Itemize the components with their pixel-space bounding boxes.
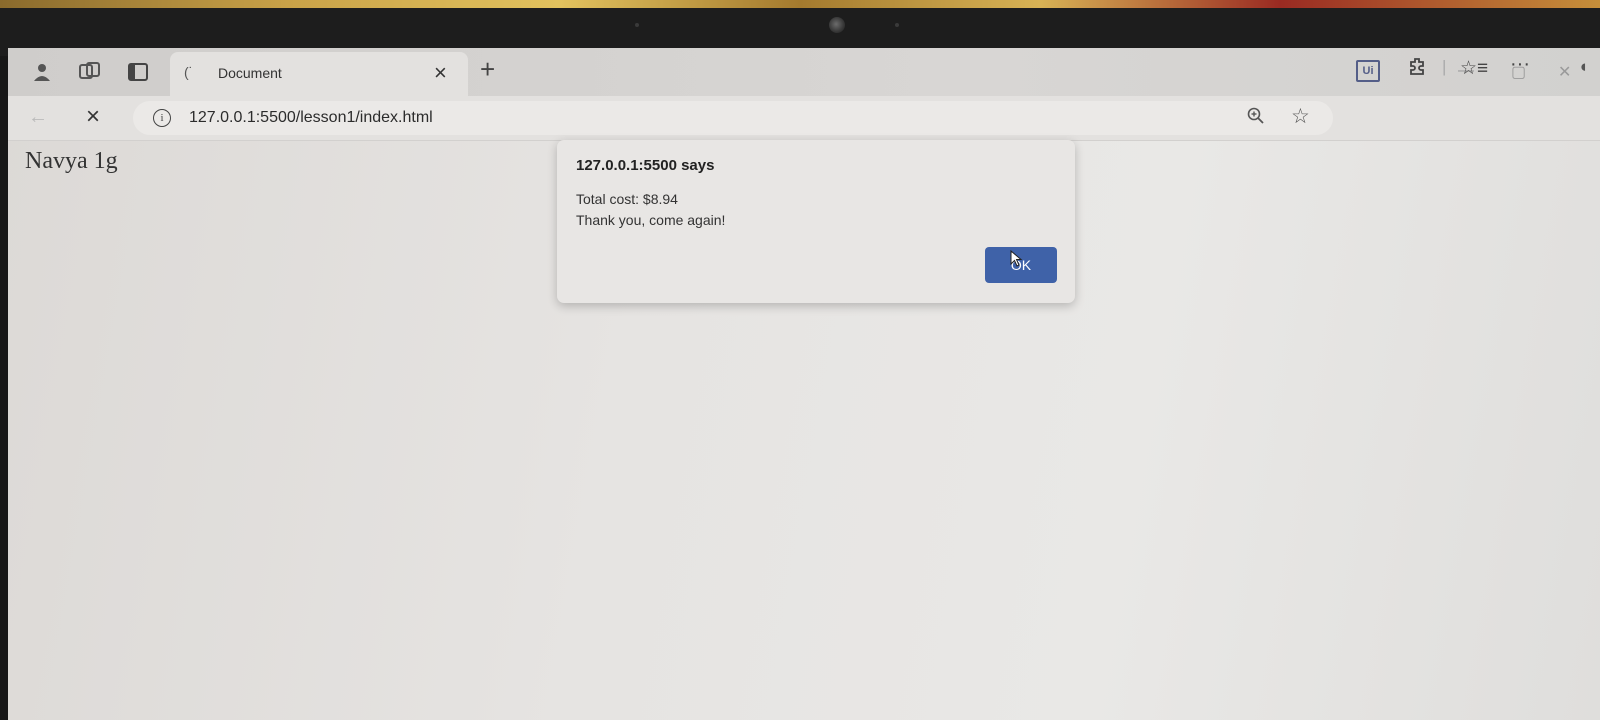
tab-actions-icon[interactable] <box>124 58 152 86</box>
site-info-icon[interactable]: i <box>153 109 171 127</box>
browser-window: (˙ Document × + — ▢ ✕ ← × i 127.0.0.1:55… <box>8 48 1600 720</box>
page-text: Navya 1g <box>25 148 118 174</box>
copilot-icon[interactable]: ◖ <box>1578 57 1588 77</box>
profile-icon[interactable] <box>28 58 56 86</box>
more-options-icon[interactable]: ··· <box>1510 53 1530 76</box>
close-tab-icon[interactable]: × <box>434 60 447 86</box>
sensor-dot <box>635 23 639 27</box>
stop-loading-icon[interactable]: × <box>86 103 100 131</box>
sensor-dot <box>895 23 899 27</box>
back-arrow-icon[interactable]: ← <box>28 106 48 129</box>
loading-spinner-icon: (˙ <box>184 64 194 80</box>
ui-extension-icon[interactable]: Ui <box>1356 60 1380 82</box>
extensions-icon[interactable] <box>1408 57 1428 82</box>
mouse-cursor-icon <box>1010 250 1023 267</box>
webcam <box>829 17 845 33</box>
tab-document[interactable]: (˙ Document × <box>170 52 468 96</box>
dialog-title: 127.0.0.1:5500 says <box>576 157 715 174</box>
zoom-icon[interactable] <box>1247 107 1265 130</box>
tab-title: Document <box>218 65 282 81</box>
navigation-toolbar: ← × i 127.0.0.1:5500/lesson1/index.html … <box>8 96 1600 141</box>
dialog-message-line: Total cost: $8.94 <box>576 191 678 207</box>
workspaces-icon[interactable] <box>76 58 104 86</box>
new-tab-button[interactable]: + <box>480 54 495 85</box>
url-text[interactable]: 127.0.0.1:5500/lesson1/index.html <box>189 109 433 127</box>
favorite-star-icon[interactable]: ☆ <box>1291 104 1310 129</box>
close-window-icon[interactable]: ✕ <box>1558 62 1571 82</box>
alert-dialog: 127.0.0.1:5500 says Total cost: $8.94 Th… <box>557 140 1075 303</box>
toolbar-divider: | <box>1442 57 1447 76</box>
favorites-icon[interactable]: ☆≡ <box>1460 57 1488 80</box>
dialog-message-line: Thank you, come again! <box>576 212 726 228</box>
address-bar[interactable]: i 127.0.0.1:5500/lesson1/index.html ☆ <box>133 101 1333 135</box>
